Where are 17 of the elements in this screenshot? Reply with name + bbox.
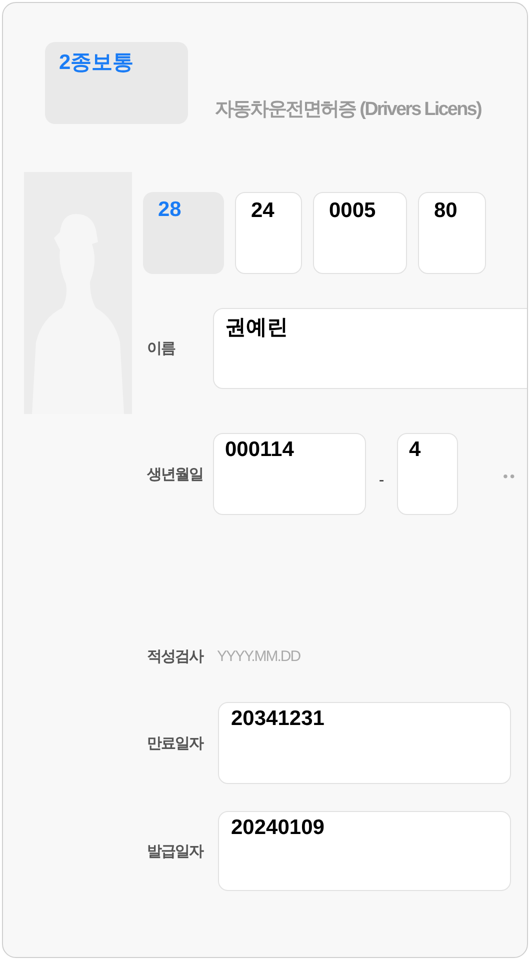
- separator: -: [378, 471, 386, 490]
- name-field[interactable]: 권예린: [213, 308, 527, 389]
- number-field[interactable]: 80: [418, 192, 486, 274]
- field-label: 생년월일: [146, 464, 204, 484]
- issue-date-field[interactable]: 20240109: [218, 811, 511, 891]
- birth-date-field[interactable]: 000114: [213, 433, 366, 515]
- number-field[interactable]: 24: [235, 192, 302, 274]
- field-label: 발급일자: [146, 842, 204, 860]
- field-label: 적성검사: [146, 646, 204, 666]
- license-title: 자동차운전면허증 (Drivers Licens): [215, 98, 481, 122]
- field-label: 이름: [146, 339, 176, 358]
- gender-digit-field[interactable]: 4: [397, 433, 458, 515]
- expiry-date-field[interactable]: 20341231: [218, 702, 511, 784]
- masked-digits: ••: [503, 467, 517, 484]
- date-input-field[interactable]: YYYY.MM.DD: [217, 644, 327, 668]
- field-label: 만료일자: [146, 734, 204, 752]
- number-field[interactable]: 0005: [313, 192, 407, 274]
